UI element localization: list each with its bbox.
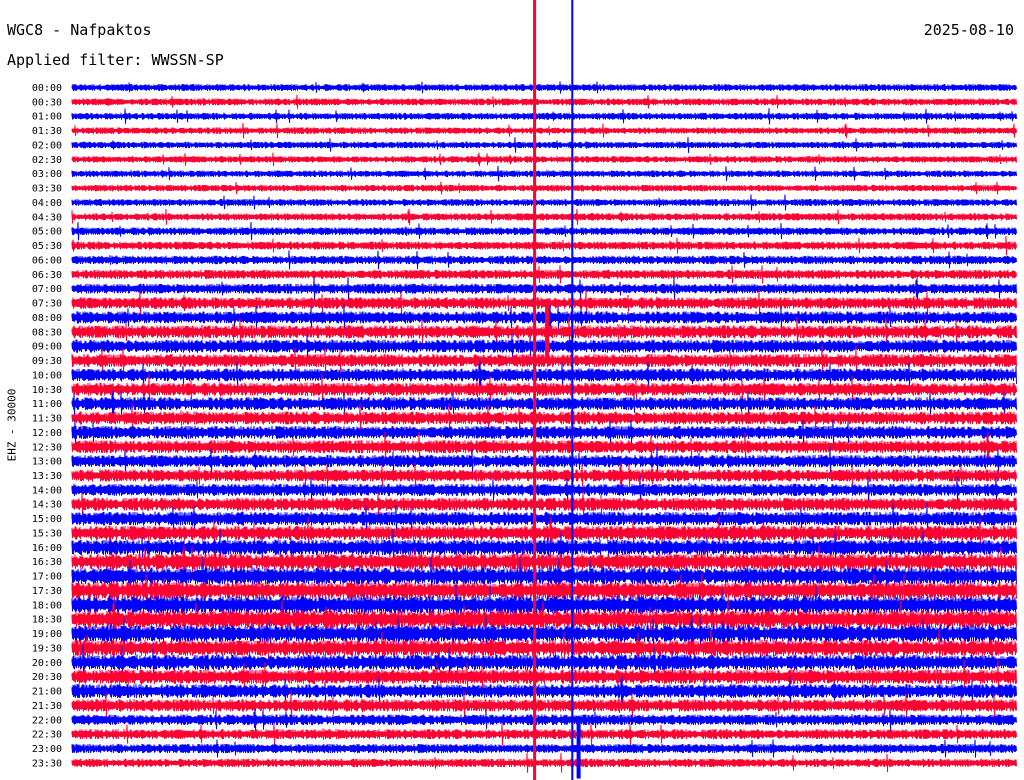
trace-row (71, 277, 1017, 301)
trace-row (71, 221, 1017, 241)
time-tick-label: 02:30 (32, 155, 62, 166)
time-tick-label: 00:30 (32, 97, 62, 108)
time-tick-label: 17:30 (32, 586, 62, 597)
trace-row (71, 265, 1017, 284)
time-tick-label: 08:30 (32, 327, 62, 338)
time-tick-label: 16:30 (32, 557, 62, 568)
event-spike (571, 0, 574, 780)
trace-row (71, 739, 1017, 758)
trace-row (71, 81, 1017, 94)
time-tick-label: 16:00 (32, 543, 62, 554)
time-tick-label: 21:30 (32, 701, 62, 712)
time-tick-label: 11:00 (32, 399, 62, 410)
time-tick-label: 22:00 (32, 715, 62, 726)
event-spike (533, 0, 537, 780)
time-tick-label: 01:00 (32, 112, 62, 123)
time-tick-label: 19:30 (32, 643, 62, 654)
time-tick-label: 02:00 (32, 140, 62, 151)
time-tick-label: 10:30 (32, 385, 62, 396)
trace-row (71, 137, 1017, 153)
trace-row (71, 235, 1017, 256)
time-tick-label: 19:00 (32, 629, 62, 640)
time-tick-label: 18:30 (32, 615, 62, 626)
time-tick-label: 10:00 (32, 370, 62, 381)
seismic-traces (71, 81, 1017, 773)
trace-row (71, 208, 1017, 225)
trace-row (71, 122, 1017, 139)
time-tick-label: 20:00 (32, 658, 62, 669)
time-tick-label: 22:30 (32, 730, 62, 741)
time-tick-label: 01:30 (32, 126, 62, 137)
time-tick-label: 00:00 (32, 83, 62, 94)
time-tick-label: 23:30 (32, 758, 62, 769)
trace-row (71, 165, 1017, 182)
time-tick-label: 08:00 (32, 313, 62, 324)
trace-row (71, 108, 1017, 125)
time-tick-label: 06:00 (32, 255, 62, 266)
time-tick-label: 09:00 (32, 342, 62, 353)
time-tick-label: 07:30 (32, 299, 62, 310)
time-tick-label: 03:30 (32, 184, 62, 195)
time-tick-label: 21:00 (32, 687, 62, 698)
time-tick-label: 04:30 (32, 212, 62, 223)
event-spike (545, 301, 550, 362)
time-tick-label: 13:00 (32, 457, 62, 468)
event-spike (576, 718, 581, 779)
time-tick-label: 20:30 (32, 672, 62, 683)
time-tick-label: 15:00 (32, 514, 62, 525)
time-tick-label: 17:00 (32, 572, 62, 583)
trace-row (71, 94, 1017, 109)
time-axis-labels: 00:00 00:30 01:00 01:30 02:00 02:30 03:00 03:30… (32, 83, 62, 769)
helicorder-plot: 00:00 00:30 01:00 01:30 02:00 02:30 03:00 03:30… (32, 0, 1017, 780)
time-tick-label: 23:00 (32, 744, 62, 755)
trace-row (71, 722, 1017, 747)
time-tick-label: 12:30 (32, 442, 62, 453)
time-tick-label: 03:00 (32, 169, 62, 180)
trace-row (71, 753, 1017, 773)
time-tick-label: 14:30 (32, 500, 62, 511)
time-tick-label: 09:30 (32, 356, 62, 367)
time-tick-label: 11:30 (32, 414, 62, 425)
time-tick-label: 05:00 (32, 227, 62, 238)
time-tick-label: 06:30 (32, 270, 62, 281)
time-tick-label: 14:00 (32, 485, 62, 496)
trace-row (71, 250, 1017, 270)
trace-row (71, 152, 1017, 167)
trace-row (71, 194, 1017, 211)
time-tick-label: 13:30 (32, 471, 62, 482)
time-tick-label: 12:00 (32, 428, 62, 439)
time-tick-label: 04:00 (32, 198, 62, 209)
time-tick-label: 07:00 (32, 284, 62, 295)
time-tick-label: 15:30 (32, 528, 62, 539)
time-tick-label: 18:00 (32, 600, 62, 611)
trace-row (71, 181, 1017, 195)
time-tick-label: 05:30 (32, 241, 62, 252)
